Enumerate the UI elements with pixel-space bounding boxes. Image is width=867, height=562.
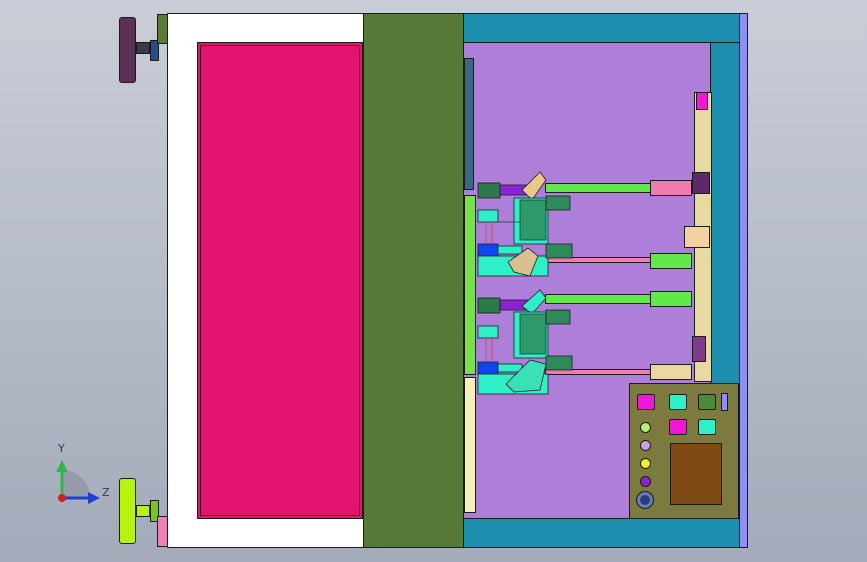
panel-button-5[interactable] xyxy=(698,419,716,435)
fixture-upper[interactable] xyxy=(477,171,573,277)
panel-button-3[interactable] xyxy=(698,394,716,410)
panel-button-4[interactable] xyxy=(669,419,687,435)
control-screen[interactable] xyxy=(670,443,722,505)
y-axis-label: Y xyxy=(58,442,65,455)
cad-viewport[interactable]: Y Z xyxy=(0,0,867,562)
panel-emergency-stop[interactable] xyxy=(636,491,654,509)
panel-lamp-1[interactable] xyxy=(640,422,651,433)
fixture-lower[interactable] xyxy=(477,289,573,395)
panel-lamp-4[interactable] xyxy=(640,476,651,487)
panel-lamp-3[interactable] xyxy=(640,458,651,469)
panel-button-1[interactable] xyxy=(637,394,655,410)
z-axis-label: Z xyxy=(102,486,110,499)
panel-lamp-2[interactable] xyxy=(640,440,651,451)
panel-switch[interactable] xyxy=(721,393,728,411)
panel-button-2[interactable] xyxy=(669,394,687,410)
